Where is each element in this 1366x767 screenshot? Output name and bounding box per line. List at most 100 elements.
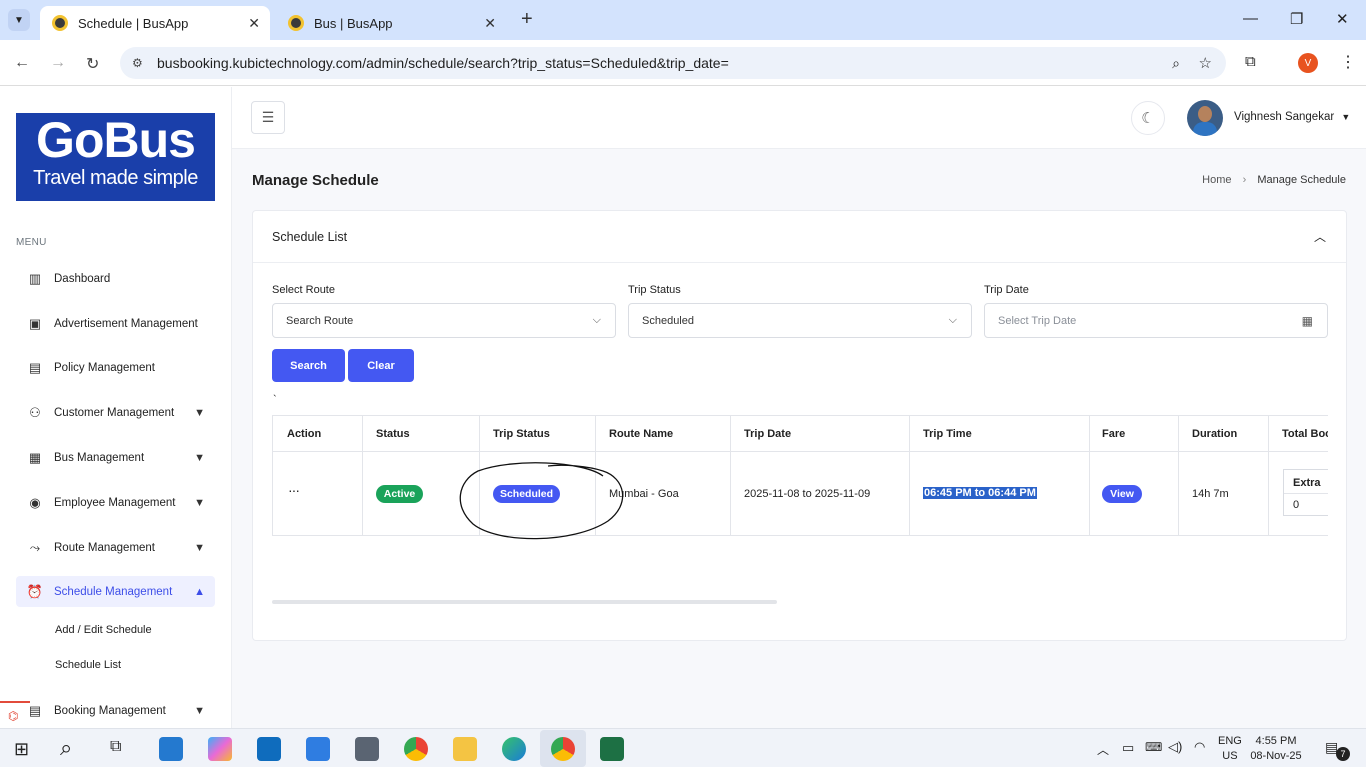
minimize-icon[interactable]: —	[1243, 10, 1258, 27]
forward-arrow-icon[interactable]: →	[50, 54, 66, 72]
windows-taskbar: ⊞ ⌕ ⧉ ︿ ▭ ⌨ ◁) ◠ ENG US 4:55 PM 08-Nov-2…	[0, 728, 1366, 767]
time: 4:55 PM	[1255, 735, 1297, 747]
new-tab-button[interactable]: +	[521, 8, 533, 31]
volume-icon[interactable]: ◁)	[1168, 739, 1182, 755]
sidebar-item-label: Advertisement Management	[54, 317, 198, 330]
region: US	[1222, 750, 1238, 762]
clear-button[interactable]: Clear	[348, 349, 414, 382]
trip-status-value: Scheduled	[642, 314, 694, 327]
horizontal-scrollbar[interactable]	[272, 600, 777, 604]
microsoft-store-icon[interactable]	[306, 737, 330, 761]
busapp-favicon-icon	[288, 15, 304, 31]
file-explorer-icon[interactable]	[453, 737, 477, 761]
close-tab-icon[interactable]: ✕	[248, 15, 260, 32]
schedule-table: Action Status Trip Status Route Name Tri…	[272, 415, 1328, 536]
table-row: ··· Active Scheduled Mumbai - Goa 2025-1…	[273, 452, 1328, 536]
sidebar-subitem-schedule-list[interactable]: Schedule List	[55, 659, 121, 671]
browser-tab-schedule[interactable]: Schedule | BusApp ✕	[40, 6, 270, 40]
meet-now-icon[interactable]: ▭	[1122, 740, 1134, 756]
chevron-down-icon: ▼	[1341, 112, 1351, 122]
chrome-icon[interactable]	[404, 737, 428, 761]
row-action-menu-icon[interactable]: ···	[288, 482, 300, 498]
sidebar-item-label: Employee Management	[54, 496, 176, 509]
document-icon: ▤	[28, 359, 42, 375]
keyboard-icon[interactable]: ⌨	[1145, 740, 1162, 754]
sidebar-item-label: Customer Management	[54, 406, 175, 419]
browser-toolbar: ← → ↻ ⚙ busbooking.kubictechnology.com/a…	[0, 40, 1366, 86]
user-menu[interactable]: Vighnesh Sangekar ▼	[1234, 111, 1350, 123]
collapse-chevron-up-icon[interactable]: ︿	[1314, 228, 1326, 245]
chevron-right-icon: ›	[1242, 174, 1247, 186]
search-button[interactable]: Search	[272, 349, 345, 382]
search-icon[interactable]: ⌕	[60, 735, 72, 761]
calculator-icon[interactable]	[355, 737, 379, 761]
sidebar-subitem-add-edit-schedule[interactable]: Add / Edit Schedule	[55, 624, 152, 636]
vscode-icon[interactable]	[159, 737, 183, 761]
restore-icon[interactable]: ❐	[1290, 10, 1303, 28]
fare-view-button[interactable]: View	[1102, 485, 1142, 503]
logo-tagline: Travel made simple	[33, 167, 198, 189]
zoom-icon[interactable]: ⌕	[1172, 55, 1180, 72]
sidebar-item-advertisement[interactable]: ▣ Advertisement Management	[16, 308, 215, 339]
sidebar-item-booking[interactable]: ▤ Booking Management ▼	[16, 695, 215, 726]
col-header-route-name: Route Name	[609, 428, 674, 440]
wifi-icon[interactable]: ◠	[1194, 739, 1205, 755]
col-header-status: Status	[376, 428, 410, 440]
col-header-duration: Duration	[1192, 428, 1238, 440]
avatar[interactable]	[1187, 100, 1223, 136]
chevron-down-icon: ▼	[194, 704, 205, 717]
tab-search-button[interactable]: ▼	[8, 9, 30, 31]
outlook-icon[interactable]	[257, 737, 281, 761]
sidebar-item-customer[interactable]: ⚇ Customer Management ▼	[16, 397, 215, 428]
extra-label: Extra	[1293, 477, 1321, 489]
back-arrow-icon[interactable]: ←	[14, 54, 30, 72]
dark-mode-moon-icon[interactable]: ☾	[1131, 101, 1165, 135]
sidebar-item-employee[interactable]: ◉ Employee Management ▼	[16, 487, 215, 518]
date: 08-Nov-25	[1250, 750, 1302, 762]
gobus-logo[interactable]: GoBus Travel made simple	[16, 113, 215, 201]
edge-icon[interactable]	[502, 737, 526, 761]
reload-icon[interactable]: ↻	[86, 54, 99, 74]
bus-icon: ▦	[28, 449, 42, 465]
extensions-icon[interactable]: ⧉	[1245, 53, 1256, 70]
bookmark-star-icon[interactable]: ☆	[1199, 54, 1212, 72]
chevron-up-icon[interactable]: ︿	[1097, 741, 1109, 758]
trip-date-label: Trip Date	[984, 284, 1029, 296]
close-window-icon[interactable]: ✕	[1336, 10, 1349, 28]
tab-title: Schedule | BusApp	[78, 15, 189, 31]
sidebar-item-route[interactable]: ⤳ Route Management ▼	[16, 532, 215, 563]
calendar-icon[interactable]: ▦	[1302, 314, 1313, 328]
browser-tab-bus[interactable]: Bus | BusApp ✕	[276, 6, 506, 40]
site-info-icon[interactable]: ⚙	[132, 56, 143, 70]
laravel-debug-icon[interactable]: ⌬	[0, 701, 30, 728]
close-tab-icon[interactable]: ✕	[484, 15, 496, 32]
sidebar-item-label: Dashboard	[54, 272, 111, 285]
trip-status-label: Trip Status	[628, 284, 681, 296]
trip-status-select[interactable]: Scheduled ⌵	[628, 303, 972, 338]
sidebar-item-policy[interactable]: ▤ Policy Management	[16, 352, 215, 383]
menu-toggle-icon[interactable]: ☰	[251, 101, 285, 134]
chevron-up-icon: ▲	[194, 585, 205, 598]
trip-date-cell: 2025-11-08 to 2025-11-09	[744, 488, 871, 500]
task-view-icon[interactable]: ⧉	[110, 738, 121, 756]
user-circle-icon: ◉	[29, 494, 41, 510]
clock[interactable]: 4:55 PM 08-Nov-25	[1250, 734, 1302, 764]
trip-date-input[interactable]: Select Trip Date ▦	[984, 303, 1328, 338]
chrome-menu-icon[interactable]: ⋮	[1340, 52, 1356, 72]
sidebar: GoBus Travel made simple MENU ▥ Dashboar…	[0, 87, 232, 728]
copilot-icon[interactable]	[208, 737, 232, 761]
language: ENG	[1218, 735, 1242, 747]
chrome-icon[interactable]	[551, 737, 575, 761]
sidebar-item-dashboard[interactable]: ▥ Dashboard	[16, 263, 215, 294]
language-indicator[interactable]: ENG US	[1218, 734, 1242, 764]
profile-avatar[interactable]: V	[1298, 53, 1318, 73]
breadcrumb-home-link[interactable]: Home	[1202, 174, 1231, 186]
excel-icon[interactable]	[600, 737, 624, 761]
browser-tab-strip: ▼ Schedule | BusApp ✕ Bus | BusApp ✕ + —…	[0, 0, 1366, 40]
sidebar-item-schedule[interactable]: ⏰ Schedule Management ▲	[16, 576, 215, 607]
windows-start-icon[interactable]: ⊞	[14, 739, 29, 760]
address-bar[interactable]: ⚙ busbooking.kubictechnology.com/admin/s…	[120, 47, 1226, 79]
col-header-action: Action	[287, 428, 322, 440]
sidebar-item-bus[interactable]: ▦ Bus Management ▼	[16, 442, 215, 473]
route-select[interactable]: Search Route ⌵	[272, 303, 616, 338]
